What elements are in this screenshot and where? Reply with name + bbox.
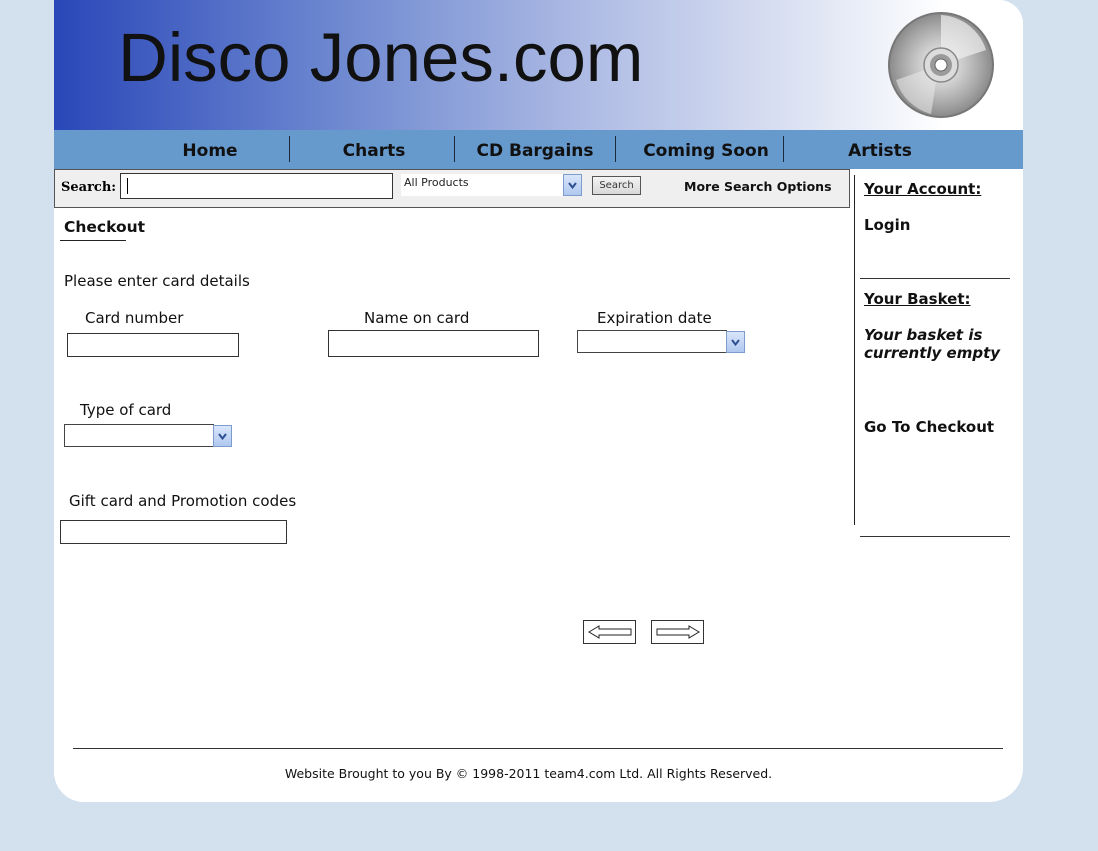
card-number-label: Card number <box>85 309 184 327</box>
chevron-down-icon[interactable] <box>726 331 745 353</box>
name-on-card-label: Name on card <box>364 309 470 327</box>
more-search-options-link[interactable]: More Search Options <box>684 179 832 194</box>
nav-separator <box>783 136 784 162</box>
chevron-down-icon[interactable] <box>213 425 232 447</box>
go-to-checkout-link[interactable]: Go To Checkout <box>864 418 994 436</box>
nav-home[interactable]: Home <box>164 130 256 169</box>
back-button[interactable] <box>583 620 636 644</box>
card-type-label: Type of card <box>80 401 172 419</box>
heading-underline <box>60 240 126 241</box>
right-arrow-icon <box>656 625 700 639</box>
promo-code-field[interactable] <box>60 520 287 544</box>
search-bar: Search: All Products Search More Search … <box>54 169 850 208</box>
nav-artists[interactable]: Artists <box>830 130 930 169</box>
cd-disc-icon <box>888 12 994 118</box>
footer-divider <box>73 748 1003 749</box>
search-label: Search: <box>61 180 117 195</box>
your-basket-heading: Your Basket: <box>864 290 971 308</box>
search-input[interactable] <box>120 173 393 199</box>
your-account-heading: Your Account: <box>864 180 982 198</box>
basket-status: Your basket is currently empty <box>864 326 1001 362</box>
nav-separator <box>289 136 290 162</box>
chevron-down-icon[interactable] <box>563 174 582 196</box>
sidebar-divider <box>854 175 855 525</box>
login-link[interactable]: Login <box>864 216 910 234</box>
site-title[interactable]: Disco Jones.com <box>118 18 643 97</box>
footer-copyright: Website Brought to you By © 1998-2011 te… <box>284 766 773 781</box>
product-category-select[interactable]: All Products <box>401 174 582 196</box>
promo-code-label: Gift card and Promotion codes <box>69 492 297 510</box>
nav-separator <box>615 136 616 162</box>
card-type-select[interactable] <box>64 424 214 447</box>
card-details-instructions: Please enter card details <box>64 272 250 290</box>
page-container: Disco Jones.com Home Charts CD Bargains <box>54 0 1023 802</box>
sidebar-separator <box>860 536 1010 537</box>
nav-charts[interactable]: Charts <box>324 130 424 169</box>
expiration-date-label: Expiration date <box>597 309 712 327</box>
nav-separator <box>454 136 455 162</box>
nav-coming-soon[interactable]: Coming Soon <box>636 130 776 169</box>
search-button[interactable]: Search <box>592 176 641 195</box>
product-category-value: All Products <box>404 176 469 189</box>
main-nav: Home Charts CD Bargains Coming Soon Arti… <box>54 130 1023 169</box>
expiration-date-select[interactable] <box>577 330 727 353</box>
site-header: Disco Jones.com <box>54 0 1023 130</box>
left-arrow-icon <box>587 625 631 639</box>
next-button[interactable] <box>651 620 704 644</box>
nav-cd-bargains[interactable]: CD Bargains <box>472 130 598 169</box>
checkout-heading: Checkout <box>64 218 146 236</box>
name-on-card-field[interactable] <box>328 330 539 357</box>
sidebar-separator <box>860 278 1010 279</box>
card-number-field[interactable] <box>67 333 239 357</box>
